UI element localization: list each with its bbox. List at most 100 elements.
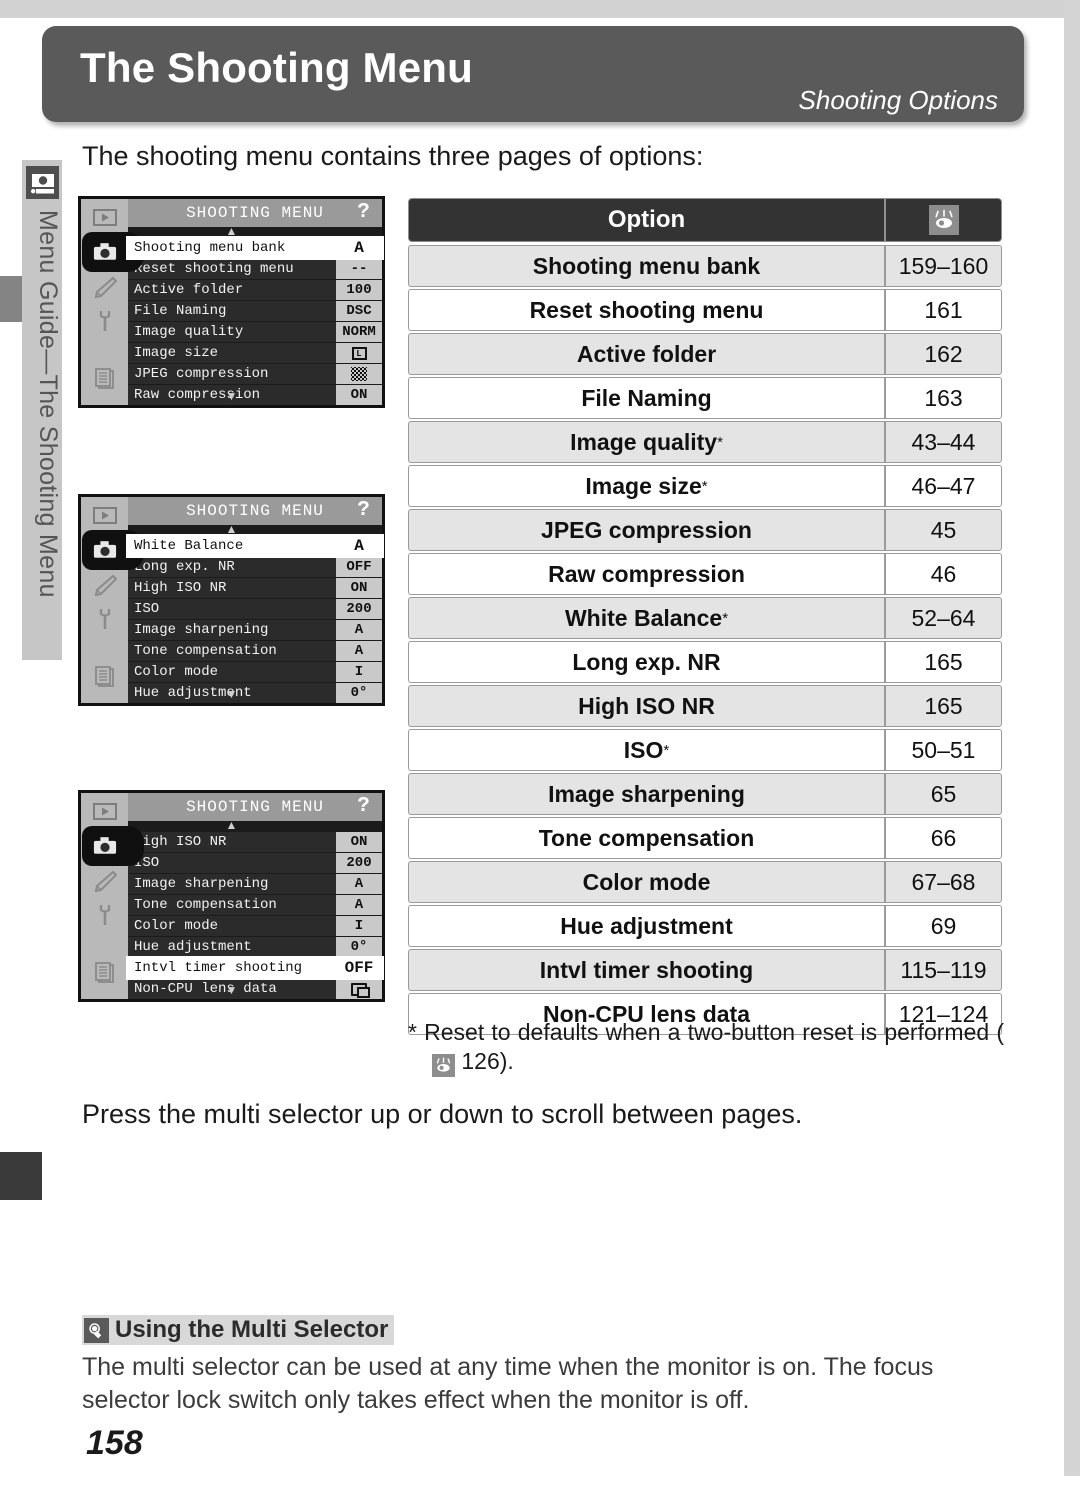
table-cell-option: Image quality * xyxy=(408,421,884,463)
image-size-large-icon: L xyxy=(351,346,367,360)
option-name: Hue adjustment xyxy=(560,912,733,939)
lcd-menu-row[interactable]: Active folder 100 xyxy=(128,280,382,300)
camera-icon xyxy=(91,239,119,263)
table-cell-option: JPEG compression xyxy=(408,509,884,551)
lcd-title-bar: SHOOTING MENU? xyxy=(128,793,382,821)
lcd-menu-row-value: OFF xyxy=(336,557,382,577)
lcd-menu-row[interactable]: High ISO NR ON xyxy=(128,832,382,852)
lcd-menu-row[interactable]: Tone compensation A xyxy=(128,895,382,915)
option-name: Raw compression xyxy=(548,560,745,587)
option-name: ISO xyxy=(623,736,664,763)
lcd-menu-row[interactable]: Image sharpening A xyxy=(128,620,382,640)
lcd-menu-row-label: High ISO NR xyxy=(128,578,336,598)
lcd-menu-row[interactable]: Image quality NORM xyxy=(128,322,382,342)
pencil-icon xyxy=(87,867,122,894)
lcd-menu-row[interactable]: Color mode I xyxy=(128,916,382,936)
lcd-menu-row-value: 0° xyxy=(336,683,382,703)
lcd-menu-row-selected[interactable]: White Balance A xyxy=(126,534,384,558)
lcd-menu-row-value: -- xyxy=(336,259,382,279)
table-cell-page-reference: 159–160 xyxy=(884,245,1002,287)
lcd-menu-row[interactable]: ISO 200 xyxy=(128,599,382,619)
camera-icon xyxy=(91,537,119,561)
lcd-menu-row[interactable]: Long exp. NR OFF xyxy=(128,557,382,577)
lcd-menu-row[interactable]: Raw compression ON xyxy=(128,385,382,405)
jpeg-compression-icon xyxy=(351,367,367,381)
lcd-icon-sidebar xyxy=(81,199,128,405)
lcd-menu-rows: High ISO NR ON ISO 200 Image sharpening A Tone… xyxy=(126,832,384,999)
eye-reference-icon xyxy=(928,205,959,235)
table-cell-option: Long exp. NR xyxy=(408,641,884,683)
table-row: Tone compensation 66 xyxy=(408,817,1002,859)
lcd-menu-row[interactable]: Non-CPU lens data xyxy=(128,979,382,999)
lcd-menu-row[interactable]: Hue adjustment 0° xyxy=(128,937,382,957)
lcd-menu-row-value: 0° xyxy=(336,937,382,957)
lcd-menu-row[interactable]: File Naming DSC xyxy=(128,301,382,321)
table-cell-option: Hue adjustment xyxy=(408,905,884,947)
lcd-menu-row-value: A xyxy=(336,620,382,640)
chapter-side-tab: Menu Guide—The Shooting Menu xyxy=(22,160,62,660)
table-cell-option: Image size * xyxy=(408,465,884,507)
playback-icon xyxy=(87,798,122,825)
footnote-text-before: Reset to defaults when a two-button rese… xyxy=(424,1019,1005,1045)
footnote-asterisk: * xyxy=(722,609,729,627)
lcd-menu-row[interactable]: Image sharpening A xyxy=(128,874,382,894)
table-cell-option: Intvl timer shooting xyxy=(408,949,884,991)
lcd-menu-row-value: ON xyxy=(336,832,382,852)
table-cell-option: Reset shooting menu xyxy=(408,289,884,331)
option-name: Color mode xyxy=(582,868,711,895)
footnote-marker: * xyxy=(408,1019,417,1045)
lcd-menu-row[interactable]: JPEG compression xyxy=(128,364,382,384)
lcd-menu-row-label: High ISO NR xyxy=(128,832,336,852)
lcd-menu-row[interactable]: ISO 200 xyxy=(128,853,382,873)
lcd-menu-rows: White Balance A Long exp. NR OFF High ISO NR… xyxy=(126,534,384,703)
wrench-icon xyxy=(87,605,122,632)
lcd-menu-row[interactable]: Tone compensation A xyxy=(128,641,382,661)
option-name: High ISO NR xyxy=(578,692,715,719)
lcd-menu-row-label: Non-CPU lens data xyxy=(128,979,336,999)
option-name: Reset shooting menu xyxy=(529,296,764,323)
table-cell-page-reference: 43–44 xyxy=(884,421,1002,463)
lcd-menu-row-label: JPEG compression xyxy=(128,364,336,384)
pages-icon xyxy=(87,365,122,392)
table-cell-page-reference: 165 xyxy=(884,685,1002,727)
option-name: Tone compensation xyxy=(538,824,755,851)
page-edge-top xyxy=(0,0,1080,18)
tip-bulb-icon xyxy=(84,1317,109,1343)
lcd-menu-row[interactable]: Image size L xyxy=(128,343,382,363)
lcd-menu-row-value: A xyxy=(336,895,382,915)
table-row: Image quality * 43–44 xyxy=(408,421,1002,463)
page-edge-right xyxy=(1064,0,1080,1486)
footnote-asterisk: * xyxy=(717,433,723,451)
lcd-menu-row[interactable]: Hue adjustment 0° xyxy=(128,683,382,703)
option-name: Long exp. NR xyxy=(572,648,721,675)
lcd-menu-row-selected[interactable]: Intvl timer shooting OFF xyxy=(126,956,384,980)
lcd-menu-row-label: Long exp. NR xyxy=(128,557,336,577)
footnote-asterisk: * xyxy=(701,477,708,495)
lcd-menu-row-label: Reset shooting menu xyxy=(128,259,336,279)
table-cell-option: White Balance * xyxy=(408,597,884,639)
pages-icon xyxy=(87,663,122,690)
lcd-menu-row-label: Image sharpening xyxy=(128,874,336,894)
lcd-menu-row-value xyxy=(336,979,382,999)
option-name: Image size xyxy=(585,472,702,499)
lcd-menu-row[interactable]: High ISO NR ON xyxy=(128,578,382,598)
lcd-camera-tab-selected[interactable] xyxy=(82,826,144,866)
lcd-menu-row-label: Color mode xyxy=(128,662,336,682)
table-cell-page-reference: 67–68 xyxy=(884,861,1002,903)
lcd-menu-row-label: Image quality xyxy=(128,322,336,342)
lcd-menu-row-label: Hue adjustment xyxy=(128,683,336,703)
table-cell-option: Active folder xyxy=(408,333,884,375)
option-name: White Balance xyxy=(564,604,723,631)
lcd-title-bar: SHOOTING MENU? xyxy=(128,497,382,525)
help-icon[interactable]: ? xyxy=(352,200,376,225)
lcd-menu-row-selected[interactable]: Shooting menu bank A xyxy=(126,236,384,260)
lcd-menu-row[interactable]: Color mode I xyxy=(128,662,382,682)
lcd-menu-row-label: Tone compensation xyxy=(128,895,336,915)
page-title: The Shooting Menu xyxy=(80,44,474,91)
lcd-menu-row[interactable]: Reset shooting menu -- xyxy=(128,259,382,279)
table-row: Reset shooting menu 161 xyxy=(408,289,1002,331)
help-icon[interactable]: ? xyxy=(352,794,376,819)
scroll-instruction: Press the multi selector up or down to s… xyxy=(82,1099,803,1129)
table-row: Intvl timer shooting 115–119 xyxy=(408,949,1002,991)
help-icon[interactable]: ? xyxy=(352,498,376,523)
